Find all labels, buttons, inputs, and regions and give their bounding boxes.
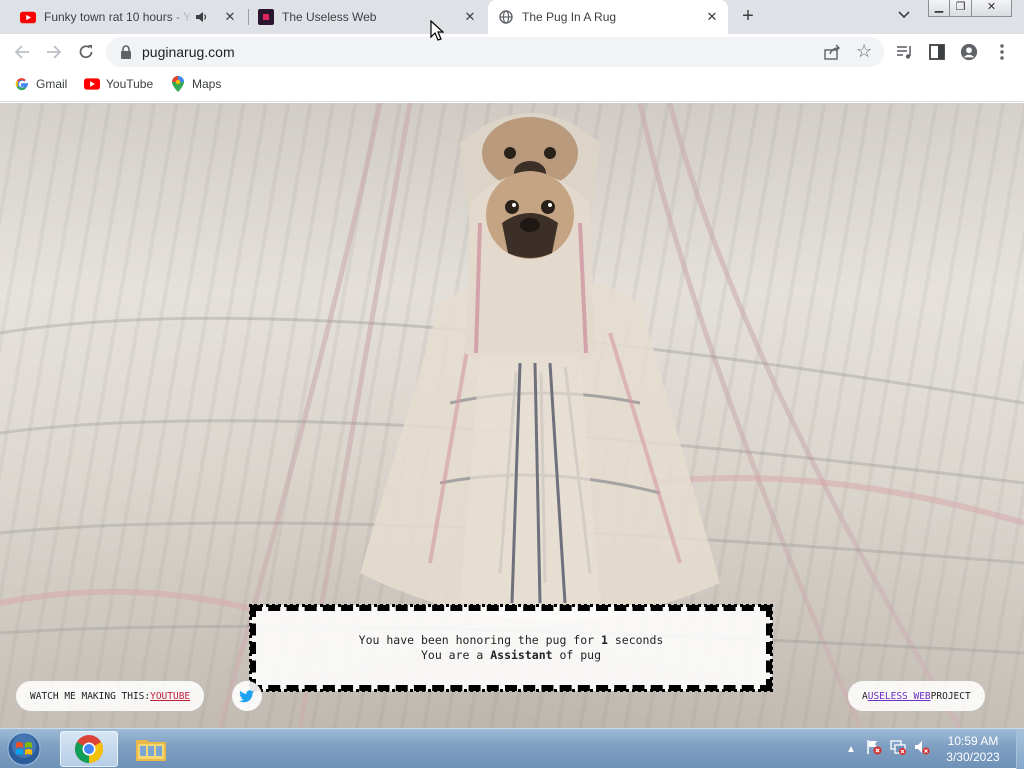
tab-strip: Funky town rat 10 hours - YouTube ✕ The … [0, 0, 1024, 34]
pug-in-a-rug-page: You have been honoring the pug for 1 sec… [0, 103, 1024, 728]
new-tab-button[interactable]: + [736, 6, 760, 28]
useless-web-project: A USELESS WEB PROJECT [848, 681, 985, 711]
browser-toolbar: puginarug.com ☆ [0, 34, 1024, 70]
watch-me-making-this: WATCH ME MAKING THIS: YOUTUBE [16, 681, 205, 711]
tab-youtube[interactable]: Funky town rat 10 hours - YouTube ✕ [12, 0, 244, 34]
bookmark-label: YouTube [106, 77, 154, 91]
windows-orb-icon [7, 732, 41, 766]
close-icon[interactable]: ✕ [222, 9, 238, 25]
forward-arrow-icon [47, 45, 62, 59]
bookmark-label: Maps [192, 77, 222, 91]
address-bar[interactable]: puginarug.com ☆ [106, 37, 884, 67]
globe-icon [498, 9, 514, 25]
share-icon[interactable] [824, 44, 842, 60]
lock-icon[interactable] [120, 45, 132, 59]
message-text: seconds [607, 633, 664, 647]
watch-label: WATCH ME MAKING THIS: [30, 690, 151, 702]
tab-useless-web[interactable]: The Useless Web ✕ [252, 0, 484, 34]
project-suffix: PROJECT [930, 690, 971, 702]
action-center-flag-icon[interactable] [866, 739, 882, 760]
folder-icon [136, 740, 166, 761]
mouse-cursor-icon [430, 20, 444, 41]
close-icon[interactable]: ✕ [462, 9, 478, 25]
tab-search-chevron-icon[interactable] [894, 8, 914, 26]
close-icon[interactable]: ✕ [704, 9, 720, 25]
clock-time: 10:59 AM [947, 734, 999, 748]
start-button[interactable] [4, 731, 44, 767]
tab-pug-in-a-rug[interactable]: The Pug In A Rug ✕ [488, 0, 728, 34]
show-desktop-button[interactable] [1016, 729, 1024, 769]
bookmark-star-icon[interactable]: ☆ [856, 41, 872, 62]
windows-taskbar: ▲ 10:59 AM 3/30/2023 [0, 728, 1024, 769]
minimize-button[interactable]: ▁ [928, 0, 950, 17]
useless-web-icon [258, 9, 274, 25]
tab-title: The Pug In A Rug [522, 10, 617, 24]
youtube-icon [20, 9, 36, 25]
url-text[interactable]: puginarug.com [142, 37, 235, 67]
taskbar-chrome[interactable] [60, 731, 118, 767]
youtube-link[interactable]: YOUTUBE [150, 691, 190, 702]
chrome-icon [75, 735, 103, 763]
system-clock[interactable]: 10:59 AM 3/30/2023 [936, 733, 1010, 765]
side-panel-icon[interactable] [928, 43, 946, 61]
tab-separator [248, 9, 249, 25]
show-hidden-icons-icon[interactable]: ▲ [844, 744, 858, 755]
message-text: You have been honoring the pug for [358, 633, 601, 647]
maps-icon [170, 76, 186, 92]
window-controls: ▁ ❐ ✕ [928, 0, 1012, 17]
close-window-button[interactable]: ✕ [972, 0, 1012, 17]
rank-value: Assistant [490, 648, 553, 662]
forward-button[interactable] [42, 40, 66, 64]
honor-message-box: You have been honoring the pug for 1 sec… [249, 604, 773, 692]
volume-muted-icon[interactable] [914, 739, 930, 760]
system-tray: ▲ [844, 729, 930, 769]
twitter-bird-icon [239, 689, 255, 702]
taskbar-file-explorer[interactable] [122, 731, 180, 767]
tab-title: Funky town rat 10 hours - YouTube [44, 10, 192, 24]
message-text: of pug [552, 648, 602, 662]
network-icon[interactable] [890, 739, 906, 760]
back-button[interactable] [10, 40, 34, 64]
honor-rank-line: You are a Assistant of pug [421, 648, 601, 663]
useless-web-link[interactable]: USELESS WEB [868, 691, 931, 702]
seconds-counter: 1 [601, 633, 608, 647]
reload-button[interactable] [74, 40, 98, 64]
back-arrow-icon [14, 45, 29, 59]
bookmark-maps[interactable]: Maps [170, 70, 221, 98]
bookmark-label: Gmail [36, 77, 68, 91]
honor-seconds-line: You have been honoring the pug for 1 sec… [359, 633, 664, 648]
pug-image [460, 113, 600, 604]
twitter-button[interactable] [232, 681, 262, 711]
profile-avatar-icon[interactable] [960, 43, 978, 61]
reload-icon [79, 45, 93, 59]
restore-button[interactable]: ❐ [950, 0, 972, 17]
google-icon [14, 76, 30, 92]
media-control-icon[interactable] [896, 43, 914, 61]
message-text: You are a [420, 648, 491, 662]
menu-kebab-icon[interactable] [993, 43, 1011, 61]
clock-date: 3/30/2023 [946, 750, 1000, 764]
youtube-icon [84, 76, 100, 92]
bookmark-youtube[interactable]: YouTube [84, 70, 153, 98]
bookmark-gmail[interactable]: Gmail [14, 70, 67, 98]
bookmarks-bar: Gmail YouTube Maps [0, 70, 1024, 102]
speaker-icon[interactable] [196, 9, 212, 25]
